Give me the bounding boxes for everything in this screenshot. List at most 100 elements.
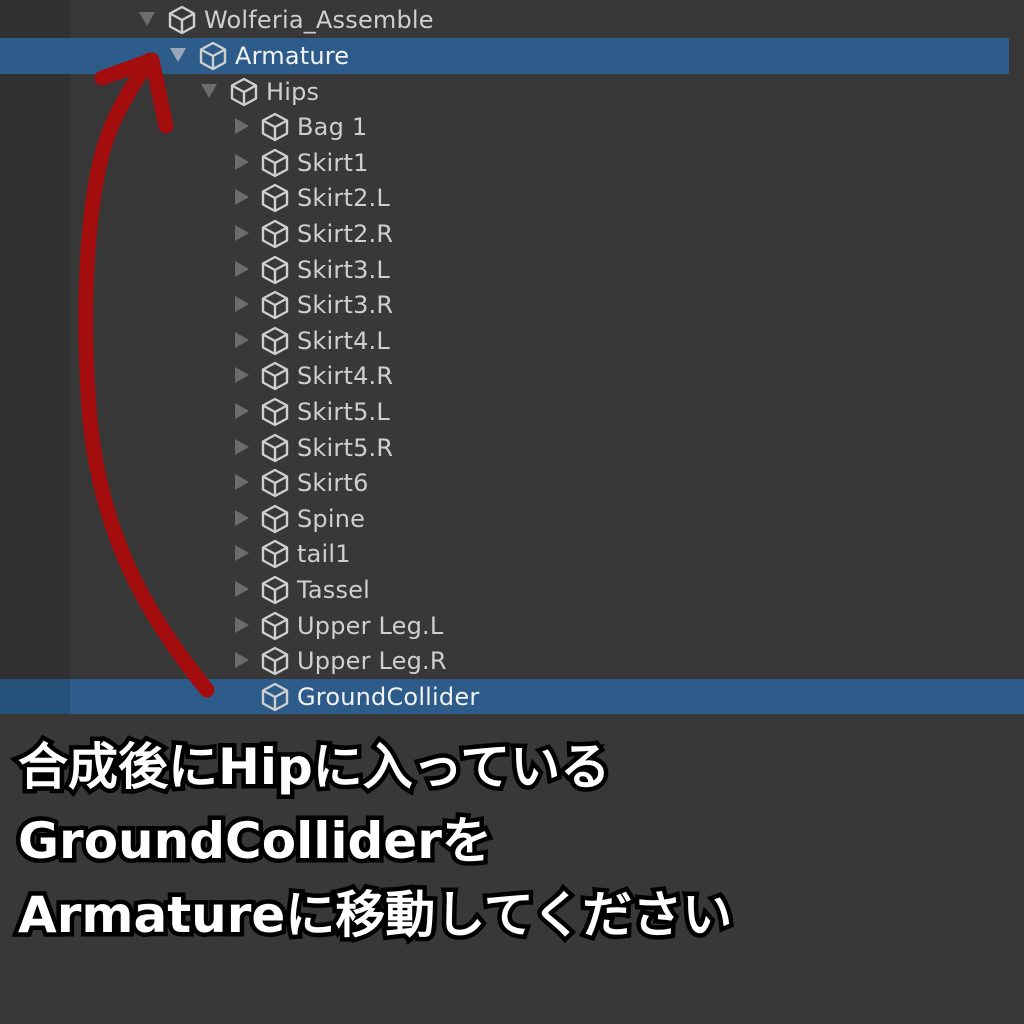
foldout-expanded-icon[interactable] <box>170 48 186 62</box>
foldout-collapsed-icon[interactable] <box>235 189 249 206</box>
tree-row-upper-leg-l[interactable]: Upper Leg.L <box>0 608 1024 644</box>
foldout-collapsed-icon[interactable] <box>235 225 249 241</box>
caption-panel: 合成後にHipに入っている GroundColliderを Armatureに移… <box>0 714 1024 1024</box>
tree-row-skirt3-r[interactable]: Skirt3.R <box>0 287 1024 323</box>
tree-row-wolferia-assemble[interactable]: Wolferia_Assemble <box>0 2 1024 38</box>
tree-row-label: Skirt3.R <box>297 291 394 320</box>
gameobject-cube-icon <box>259 254 291 286</box>
tree-row-spine[interactable]: Spine <box>0 501 1024 537</box>
tree-row-label: Upper Leg.L <box>297 611 444 640</box>
gameobject-cube-icon <box>166 4 198 36</box>
cube-glyph <box>261 184 289 213</box>
cube-glyph <box>261 468 289 498</box>
gameobject-cube-icon <box>259 645 291 677</box>
tree-row-bag-1[interactable]: Bag 1 <box>0 109 1024 145</box>
gameobject-cube-icon <box>259 360 291 392</box>
tree-row-label: tail1 <box>297 540 351 569</box>
foldout-collapsed-icon[interactable] <box>235 260 249 277</box>
cube-glyph <box>261 362 289 391</box>
cube-glyph <box>261 290 289 320</box>
tree-row-skirt6[interactable]: Skirt6 <box>0 465 1024 501</box>
cube-glyph <box>261 397 289 427</box>
tree-row-armature[interactable]: Armature <box>0 38 1009 74</box>
tree-row-skirt3-l[interactable]: Skirt3.L <box>0 252 1024 288</box>
cube-glyph <box>261 255 289 284</box>
screenshot: Wolferia_Assemble Armature Hips Bag 1 Sk… <box>0 0 1024 1024</box>
tree-row-label: Skirt6 <box>297 469 369 498</box>
tree-row-label: Skirt5.R <box>297 433 394 462</box>
tree-row-label: Skirt5.L <box>297 398 390 426</box>
foldout-collapsed-icon[interactable] <box>235 474 249 491</box>
cube-glyph <box>230 77 258 106</box>
foldout-collapsed-icon[interactable] <box>235 153 249 170</box>
tree-row-label: GroundCollider <box>297 682 480 711</box>
cube-glyph <box>261 611 289 640</box>
gameobject-cube-icon <box>259 432 291 464</box>
cube-glyph <box>199 41 227 71</box>
foldout-expanded-icon[interactable] <box>139 12 155 26</box>
foldout-collapsed-icon[interactable] <box>235 581 249 597</box>
foldout-collapsed-icon[interactable] <box>235 545 249 562</box>
tree-row-skirt2-r[interactable]: Skirt2.R <box>0 216 1024 252</box>
gameobject-cube-icon <box>259 325 291 357</box>
cube-glyph <box>261 219 289 249</box>
foldout-collapsed-icon[interactable] <box>235 652 249 669</box>
tree-row-label: Hips <box>266 77 320 106</box>
tree-row-label: Skirt1 <box>297 148 369 177</box>
hierarchy-panel: Wolferia_Assemble Armature Hips Bag 1 Sk… <box>0 0 1024 714</box>
tree-row-label: Upper Leg.R <box>297 647 447 676</box>
foldout-expanded-icon[interactable] <box>201 83 217 98</box>
gameobject-cube-icon <box>259 147 291 179</box>
foldout-collapsed-icon[interactable] <box>235 296 249 313</box>
gameobject-cube-icon <box>259 396 291 428</box>
gameobject-cube-icon <box>259 538 291 570</box>
tree-row-groundcollider[interactable]: GroundCollider <box>0 678 1024 714</box>
foldout-collapsed-icon[interactable] <box>235 118 249 135</box>
caption-line-1: 合成後にHipに入っている <box>13 734 614 801</box>
foldout-collapsed-icon[interactable] <box>235 367 249 384</box>
tree-row-skirt5-l[interactable]: Skirt5.L <box>0 394 1024 430</box>
foldout-collapsed-icon[interactable] <box>235 438 249 455</box>
caption-line-3: Armatureに移動してください <box>13 882 736 949</box>
gameobject-cube-icon <box>259 467 291 499</box>
tree-row-hips[interactable]: Hips <box>0 74 1024 110</box>
cube-glyph <box>261 540 289 569</box>
tree-row-label: Bag 1 <box>297 113 368 142</box>
foldout-collapsed-icon[interactable] <box>235 616 249 633</box>
tree-row-label: Skirt2.R <box>297 220 394 248</box>
foldout-collapsed-icon[interactable] <box>235 403 249 419</box>
tree-row-label: Spine <box>297 504 366 533</box>
cube-glyph <box>261 646 289 676</box>
tree-row-tassel[interactable]: Tassel <box>0 572 1024 608</box>
tree-row-skirt4-l[interactable]: Skirt4.L <box>0 323 1024 359</box>
cube-glyph <box>261 682 289 711</box>
tree-row-skirt5-r[interactable]: Skirt5.R <box>0 430 1024 466</box>
gameobject-cube-icon <box>259 111 291 143</box>
cube-glyph <box>261 148 289 177</box>
gameobject-cube-icon <box>259 289 291 321</box>
tree-row-label: Tassel <box>297 576 371 604</box>
cube-glyph <box>261 112 289 142</box>
tree-row-label: Armature <box>235 42 350 70</box>
tree-row-skirt2-l[interactable]: Skirt2.L <box>0 180 1024 216</box>
gameobject-cube-icon <box>259 574 291 606</box>
gameobject-cube-icon <box>197 40 229 72</box>
tree-row-label: Skirt4.L <box>297 326 390 355</box>
tree-row-label: Skirt4.R <box>297 362 394 391</box>
foldout-collapsed-icon[interactable] <box>235 509 249 526</box>
cube-glyph <box>261 575 289 605</box>
gameobject-cube-icon <box>259 182 291 214</box>
tree-row-skirt1[interactable]: Skirt1 <box>0 145 1024 181</box>
caption-line-2: GroundColliderを <box>14 808 497 875</box>
gameobject-cube-icon <box>228 76 260 108</box>
gameobject-cube-icon <box>259 610 291 642</box>
cube-glyph <box>168 5 196 35</box>
tree-row-label: Wolferia_Assemble <box>204 6 434 34</box>
gameobject-cube-icon <box>259 218 291 250</box>
tree-row-upper-leg-r[interactable]: Upper Leg.R <box>0 643 1024 679</box>
cube-glyph <box>261 504 289 533</box>
tree-row-skirt4-r[interactable]: Skirt4.R <box>0 358 1024 394</box>
tree-row-tail1[interactable]: tail1 <box>0 536 1024 572</box>
foldout-collapsed-icon[interactable] <box>235 331 249 348</box>
cube-glyph <box>261 326 289 355</box>
